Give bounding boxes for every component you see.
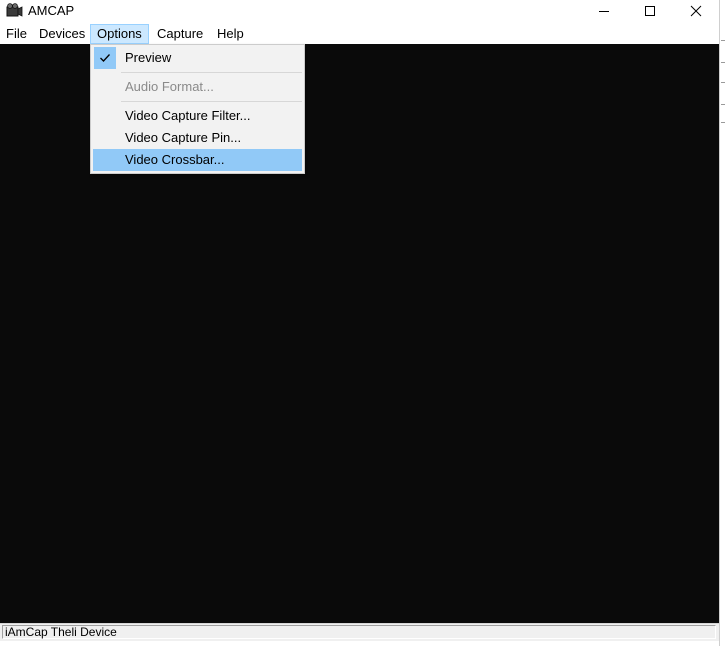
menu-capture[interactable]: Capture	[151, 24, 209, 44]
menu-devices[interactable]: Devices	[33, 24, 91, 44]
menu-separator	[121, 101, 302, 102]
menu-item-label: Video Capture Filter...	[125, 108, 251, 123]
menu-options[interactable]: Options	[90, 24, 149, 44]
menu-item-label: Video Crossbar...	[125, 152, 225, 167]
close-icon	[690, 5, 702, 17]
close-button[interactable]	[673, 0, 719, 22]
options-dropdown-menu: Preview Audio Format... Video Capture Fi…	[90, 44, 305, 174]
menu-file[interactable]: File	[0, 24, 33, 44]
menu-item-preview[interactable]: Preview	[93, 47, 302, 69]
menu-item-video-crossbar[interactable]: Video Crossbar...	[93, 149, 302, 171]
status-bar: iAmCap Theli Device	[0, 623, 719, 641]
menu-help[interactable]: Help	[211, 24, 250, 44]
menu-item-audio-format: Audio Format...	[93, 76, 302, 98]
menu-bar: File Devices Options Capture Help	[0, 24, 719, 44]
menu-item-label: Video Capture Pin...	[125, 130, 242, 145]
status-text: iAmCap Theli Device	[2, 625, 716, 639]
title-bar[interactable]: AMCAP	[0, 0, 719, 22]
background-window-edge	[719, 0, 725, 646]
window-title: AMCAP	[28, 3, 75, 18]
menu-item-video-capture-pin[interactable]: Video Capture Pin...	[93, 127, 302, 149]
maximize-icon	[645, 6, 655, 16]
menu-item-label: Preview	[125, 50, 172, 65]
checkmark-icon	[94, 47, 116, 69]
menu-separator	[121, 72, 302, 73]
maximize-button[interactable]	[627, 0, 673, 22]
camera-icon	[6, 3, 23, 17]
menu-item-video-capture-filter[interactable]: Video Capture Filter...	[93, 105, 302, 127]
menu-item-label: Audio Format...	[125, 79, 214, 94]
minimize-icon	[599, 11, 609, 12]
minimize-button[interactable]	[581, 0, 627, 22]
amcap-window: AMCAP File Devices Options Capture Help …	[0, 0, 719, 646]
